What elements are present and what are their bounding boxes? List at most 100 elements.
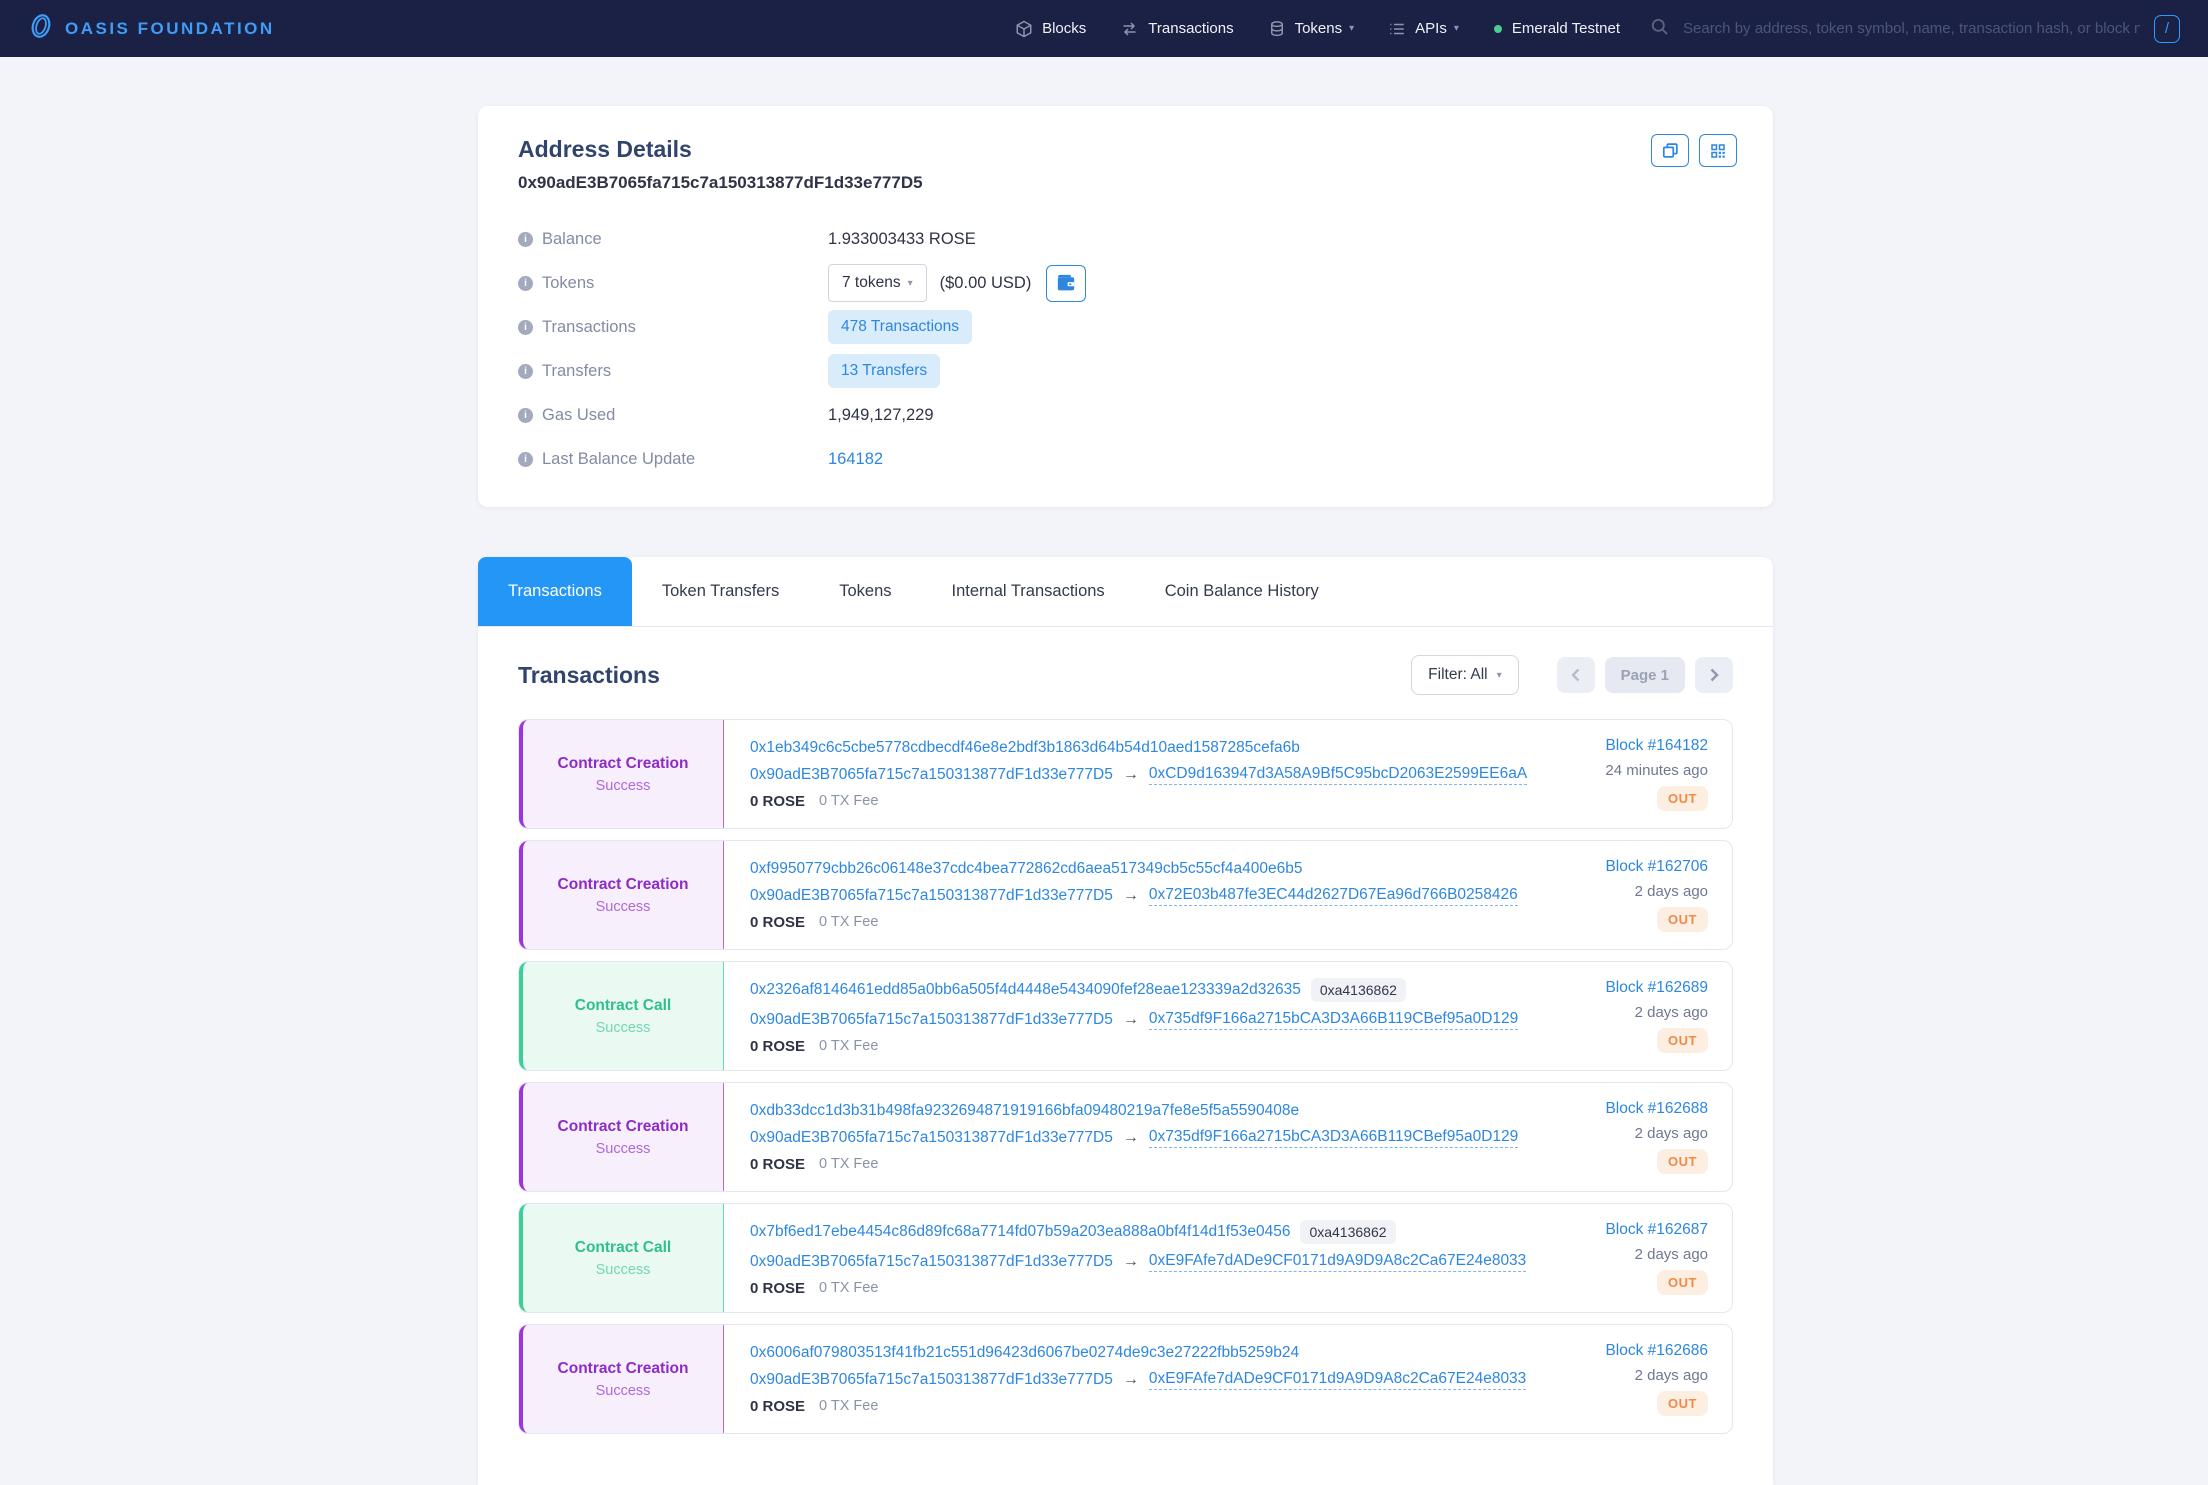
- to-address-link[interactable]: 0x72E03b487fe3EC44d2627D67Ea96d766B02584…: [1149, 886, 1518, 906]
- copy-address-button[interactable]: [1651, 134, 1689, 167]
- tab-transactions[interactable]: Transactions: [478, 557, 632, 626]
- apis-icon: [1388, 20, 1406, 38]
- transaction-fee: 0 TX Fee: [819, 914, 878, 930]
- blocks-cube-icon: [1015, 20, 1033, 38]
- gas-used-label: Gas Used: [542, 406, 615, 425]
- transaction-meta: Block #164182 24 minutes ago OUT: [1527, 720, 1732, 828]
- nav-item-transactions[interactable]: Transactions ▾: [1120, 20, 1233, 38]
- nav-item-emerald-testnet[interactable]: Emerald Testnet ▾: [1493, 20, 1620, 37]
- chevron-down-icon: ▾: [1497, 670, 1502, 681]
- transaction-main: 0xdb33dcc1d3b31b498fa9232694871919166bfa…: [724, 1083, 1527, 1191]
- transaction-status: Success: [596, 899, 651, 915]
- arrow-right-icon: →: [1123, 1011, 1139, 1029]
- block-link[interactable]: Block #162689: [1605, 979, 1708, 997]
- to-address-link[interactable]: 0x735df9F166a2715bCA3D3A66B119CBef95a0D1…: [1149, 1010, 1518, 1030]
- qr-code-icon: [1709, 142, 1727, 160]
- transaction-type-badge: Contract Creation Success: [519, 720, 724, 828]
- transaction-status: Success: [596, 1262, 651, 1278]
- block-link[interactable]: Block #164182: [1605, 737, 1708, 755]
- transaction-row: Contract Call Success 0x2326af8146461edd…: [518, 961, 1733, 1071]
- block-link[interactable]: Block #162686: [1605, 1342, 1708, 1360]
- to-address-link[interactable]: 0x735df9F166a2715bCA3D3A66B119CBef95a0D1…: [1149, 1128, 1518, 1148]
- transaction-hash-link[interactable]: 0xf9950779cbb26c06148e37cdc4bea772862cd6…: [750, 860, 1302, 878]
- qr-code-button[interactable]: [1699, 134, 1737, 167]
- from-address-link[interactable]: 0x90adE3B7065fa715c7a150313877dF1d33e777…: [750, 1253, 1113, 1271]
- transaction-value: 0 ROSE: [750, 1156, 805, 1173]
- tokens-dropdown[interactable]: 7 tokens ▾: [828, 264, 927, 302]
- transaction-type-badge: Contract Creation Success: [519, 841, 724, 949]
- transactions-panel: Transactions Filter: All ▾ Page 1: [478, 627, 1773, 1485]
- transactions-count-badge[interactable]: 478 Transactions: [828, 310, 972, 344]
- transaction-main: 0x6006af079803513f41fb21c551d96423d6067b…: [724, 1325, 1527, 1433]
- filter-label: Filter: All: [1428, 666, 1487, 684]
- transfers-label: Transfers: [542, 362, 611, 381]
- wallet-button[interactable]: [1046, 265, 1086, 302]
- transaction-age: 2 days ago: [1635, 1125, 1708, 1142]
- arrow-right-icon: →: [1123, 1371, 1139, 1389]
- from-address-link[interactable]: 0x90adE3B7065fa715c7a150313877dF1d33e777…: [750, 1371, 1113, 1389]
- transaction-value: 0 ROSE: [750, 1398, 805, 1415]
- to-address-link[interactable]: 0xCD9d163947d3A58A9Bf5C95bcD2063E2599EE6…: [1149, 765, 1527, 785]
- brand-name: OASIS FOUNDATION: [65, 19, 275, 39]
- from-address-link[interactable]: 0x90adE3B7065fa715c7a150313877dF1d33e777…: [750, 1129, 1113, 1147]
- transaction-type-badge: Contract Call Success: [519, 962, 724, 1070]
- transaction-hash-link[interactable]: 0x1eb349c6c5cbe5778cdbecdf46e8e2bdf3b186…: [750, 739, 1300, 757]
- from-address-link[interactable]: 0x90adE3B7065fa715c7a150313877dF1d33e777…: [750, 887, 1113, 905]
- nav-item-label: Tokens: [1295, 20, 1343, 37]
- from-address-link[interactable]: 0x90adE3B7065fa715c7a150313877dF1d33e777…: [750, 1011, 1113, 1029]
- search-shortcut-key[interactable]: /: [2154, 15, 2180, 43]
- nav-item-apis[interactable]: APIs ▾: [1388, 20, 1459, 38]
- tab-coin-balance-history[interactable]: Coin Balance History: [1135, 557, 1349, 626]
- next-page-button[interactable]: [1695, 657, 1733, 693]
- balance-value: 1.933003433 ROSE: [828, 230, 976, 249]
- detail-row-tokens: i Tokens 7 tokens ▾ ($0.00 USD): [518, 261, 1733, 305]
- chevron-down-icon: ▾: [1349, 23, 1354, 34]
- nav-item-tokens[interactable]: Tokens ▾: [1268, 20, 1355, 38]
- tab-internal-transactions[interactable]: Internal Transactions: [922, 557, 1135, 626]
- transaction-row: Contract Creation Success 0x6006af079803…: [518, 1324, 1733, 1434]
- transaction-status: Success: [596, 1383, 651, 1399]
- transaction-hash-link[interactable]: 0xdb33dcc1d3b31b498fa9232694871919166bfa…: [750, 1102, 1299, 1120]
- search-icon: [1650, 17, 1669, 41]
- block-link[interactable]: Block #162688: [1605, 1100, 1708, 1118]
- transaction-meta: Block #162687 2 days ago OUT: [1527, 1204, 1732, 1312]
- tokens-label: Tokens: [542, 274, 594, 293]
- filter-dropdown[interactable]: Filter: All ▾: [1411, 655, 1518, 695]
- direction-badge: OUT: [1657, 1391, 1708, 1416]
- from-address-link[interactable]: 0x90adE3B7065fa715c7a150313877dF1d33e777…: [750, 766, 1113, 784]
- transaction-age: 2 days ago: [1635, 1004, 1708, 1021]
- method-id-badge: 0xa4136862: [1311, 978, 1406, 1002]
- block-link[interactable]: Block #162706: [1605, 858, 1708, 876]
- page-title: Address Details: [518, 136, 1733, 163]
- nav-item-label: APIs: [1415, 20, 1447, 37]
- transaction-row: Contract Creation Success 0xf9950779cbb2…: [518, 840, 1733, 950]
- transaction-status: Success: [596, 1020, 651, 1036]
- transaction-row: Contract Creation Success 0x1eb349c6c5cb…: [518, 719, 1733, 829]
- direction-badge: OUT: [1657, 1149, 1708, 1174]
- transaction-hash-link[interactable]: 0x6006af079803513f41fb21c551d96423d6067b…: [750, 1344, 1299, 1362]
- transaction-hash-link[interactable]: 0x2326af8146461edd85a0bb6a505f4d4448e543…: [750, 981, 1301, 999]
- transaction-fee: 0 TX Fee: [819, 1280, 878, 1296]
- tokens-usd-value: ($0.00 USD): [940, 274, 1032, 293]
- transaction-hash-link[interactable]: 0x7bf6ed17ebe4454c86d89fc68a7714fd07b59a…: [750, 1223, 1290, 1241]
- transfers-count-badge[interactable]: 13 Transfers: [828, 354, 940, 388]
- block-link[interactable]: Block #162687: [1605, 1221, 1708, 1239]
- to-address-link[interactable]: 0xE9FAfe7dADe9CF0171d9A9D9A8c2Ca67E24e80…: [1149, 1252, 1526, 1272]
- transaction-age: 2 days ago: [1635, 1367, 1708, 1384]
- direction-badge: OUT: [1657, 1028, 1708, 1053]
- info-icon: i: [518, 232, 533, 247]
- brand-logo[interactable]: OASIS FOUNDATION: [28, 13, 275, 44]
- transaction-type-badge: Contract Creation Success: [519, 1325, 724, 1433]
- detail-row-transfers: i Transfers 13 Transfers: [518, 349, 1733, 393]
- arrow-right-icon: →: [1123, 1253, 1139, 1271]
- previous-page-button[interactable]: [1557, 657, 1595, 693]
- tab-tokens[interactable]: Tokens: [809, 557, 921, 626]
- last-balance-update-link[interactable]: 164182: [828, 450, 883, 469]
- search-input[interactable]: [1681, 19, 2142, 38]
- tab-token-transfers[interactable]: Token Transfers: [632, 557, 809, 626]
- info-icon: i: [518, 364, 533, 379]
- nav-item-blocks[interactable]: Blocks ▾: [1015, 20, 1086, 38]
- transactions-heading: Transactions: [518, 662, 660, 689]
- to-address-link[interactable]: 0xE9FAfe7dADe9CF0171d9A9D9A8c2Ca67E24e80…: [1149, 1370, 1526, 1390]
- method-id-badge: 0xa4136862: [1300, 1220, 1395, 1244]
